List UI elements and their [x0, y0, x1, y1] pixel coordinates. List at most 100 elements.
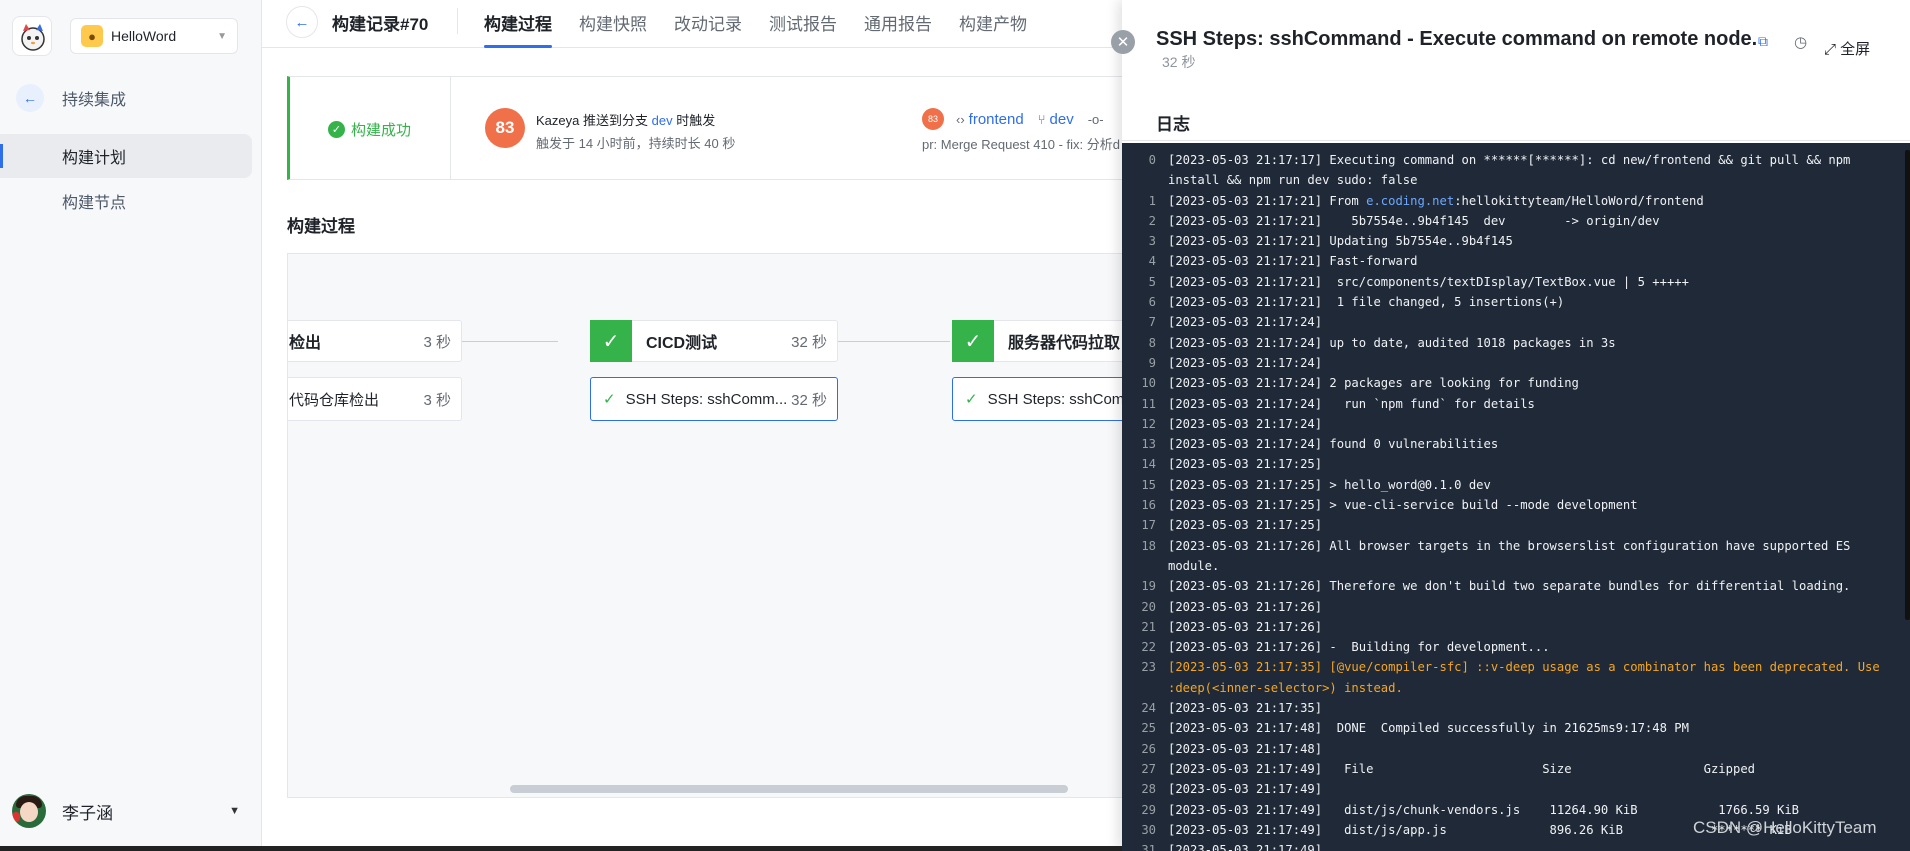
line-number: 13 [1141, 437, 1156, 452]
stage-server-pull[interactable]: ✓ 服务器代码拉取 [952, 320, 1126, 362]
line-text: [2023-05-03 21:17:21] From e.coding.net:… [1168, 191, 1910, 211]
line-text: [2023-05-03 21:17:24] [1168, 312, 1910, 332]
line-text: [2023-05-03 21:17:21] 5b7554e..9b4f145 d… [1168, 211, 1910, 231]
trigger-prefix: Kazeya 推送到分支 [536, 113, 648, 128]
project-selector[interactable]: ● HelloWord ▼ [70, 18, 238, 54]
check-circle-icon: ✓ [328, 121, 345, 138]
line-text: [2023-05-03 21:17:21] Fast-forward [1168, 251, 1910, 271]
line-content: [2023-05-03 21:17:35] [1168, 701, 1323, 716]
line-number: 29 [1141, 802, 1156, 817]
fullscreen-button[interactable]: ⤢ 全屏 [1824, 38, 1870, 59]
tab-general-report[interactable]: 通用报告 [864, 0, 932, 48]
stage-name: 检出 [289, 335, 322, 352]
back-button[interactable]: ← [286, 6, 318, 38]
tab-build-snapshot[interactable]: 构建快照 [579, 0, 647, 48]
line-content: [2023-05-03 21:17:21] src/components/tex… [1168, 274, 1689, 289]
line-text: [2023-05-03 21:17:48] [1168, 739, 1910, 759]
line-number: 23 [1141, 660, 1156, 675]
log-link[interactable]: e.coding.net [1366, 194, 1454, 208]
repo-link[interactable]: frontend [969, 111, 1024, 128]
check-icon: ✓ [952, 320, 994, 362]
branch-link[interactable]: dev [1050, 111, 1074, 128]
tab-test-report[interactable]: 测试报告 [769, 0, 837, 48]
step-ssh-command[interactable]: ✓ SSH Steps: sshComm... 32 秒 [590, 377, 838, 421]
tab-build-process[interactable]: 构建过程 [484, 0, 552, 48]
log-line: 1 [2023-05-03 21:17:21] From e.coding.net… [1122, 191, 1910, 211]
line-content: [2023-05-03 21:17:48] DONE Compiled succ… [1168, 721, 1689, 736]
line-text: [2023-05-03 21:17:49] File Size Gzipped [1168, 759, 1910, 779]
panel-title: SSH Steps: sshCommand - Execute command … [1156, 28, 1758, 50]
section-label: 持续集成 [62, 92, 127, 109]
stage-cicd-test[interactable]: ✓ CICD测试 32 秒 [590, 320, 838, 362]
tab-artifacts[interactable]: 构建产物 [959, 0, 1027, 48]
line-content: [2023-05-03 21:17:26] [1168, 619, 1323, 634]
line-number: 7 [1148, 315, 1156, 330]
stage-duration: 32 秒 [791, 333, 827, 351]
log-line: 18 [2023-05-03 21:17:26] All browser targ… [1122, 536, 1910, 577]
log-line: 29 [2023-05-03 21:17:49] dist/js/chunk-ve… [1122, 800, 1910, 820]
line-number: 22 [1141, 640, 1156, 655]
user-menu[interactable]: 李子涵 ▼ [12, 794, 240, 828]
pipeline-canvas[interactable]: 检出 3 秒 代码仓库检出 3 秒 ✓ CICD测试 32 秒 ✓ SSH St… [287, 253, 1127, 798]
section-header[interactable]: ← 持续集成 [16, 84, 126, 112]
line-content: [2023-05-03 21:17:24] run `npm fund` for… [1168, 396, 1535, 411]
tab-change-log[interactable]: 改动记录 [674, 0, 742, 48]
line-number: 14 [1141, 457, 1156, 472]
line-text: [2023-05-03 21:17:24] up to date, audite… [1168, 333, 1910, 353]
log-line: 27 [2023-05-03 21:17:49] File Size Gzippe… [1122, 759, 1910, 779]
line-text: [2023-05-03 21:17:24] 2 packages are loo… [1168, 373, 1910, 393]
expand-icon: ⤢ [1824, 41, 1841, 58]
caret-down-icon[interactable]: ▼ [229, 805, 240, 817]
line-content: [2023-05-03 21:17:24] [1168, 416, 1323, 431]
line-content: [2023-05-03 21:17:35] [@vue/compiler-sfc… [1168, 660, 1888, 695]
top-bar: ← 构建记录#70 构建过程 构建快照 改动记录 测试报告 通用报告 构建产物 [262, 0, 1122, 48]
lightbulb-icon: ● [81, 25, 103, 47]
mr-badge: 83 [922, 108, 944, 130]
external-link-icon[interactable]: ⧉ [1758, 33, 1768, 50]
log-line: 6 [2023-05-03 21:17:21] 1 file changed, 5… [1122, 292, 1910, 312]
trigger-time: 触发于 14 小时前，持续时长 40 秒 [536, 136, 736, 151]
line-text: [2023-05-03 21:17:25] > hello_word@0.1.0… [1168, 475, 1910, 495]
close-icon[interactable]: ✕ [1111, 30, 1135, 54]
line-content: [2023-05-03 21:17:26] - Building for dev… [1168, 640, 1550, 655]
log-line: 12 [2023-05-03 21:17:24] [1122, 414, 1910, 434]
line-number: 19 [1141, 579, 1156, 594]
line-number: 30 [1141, 822, 1156, 837]
line-number: 20 [1141, 599, 1156, 614]
log-line: 25 [2023-05-03 21:17:48] DONE Compiled su… [1122, 718, 1910, 738]
step-checkout[interactable]: 代码仓库检出 3 秒 [288, 377, 462, 421]
sidebar-item-build-nodes[interactable]: 构建节点 [0, 179, 252, 223]
log-line: 31 [2023-05-03 21:17:49] [1122, 840, 1910, 851]
vertical-scrollbar[interactable] [1905, 150, 1910, 620]
line-number: 27 [1141, 761, 1156, 776]
line-number: 10 [1141, 376, 1156, 391]
line-text: [2023-05-03 21:17:21] 1 file changed, 5 … [1168, 292, 1910, 312]
line-text: [2023-05-03 21:17:26] Therefore we don't… [1168, 576, 1910, 596]
step-label: SSH Steps: sshComm... [625, 390, 788, 408]
stage-duration: 3 秒 [423, 333, 451, 351]
line-number: 18 [1141, 538, 1156, 553]
trigger-info: Kazeya 推送到分支 dev 时触发 [536, 110, 715, 129]
line-number: 16 [1141, 498, 1156, 513]
sidebar-item-build-plan[interactable]: 构建计划 [0, 134, 252, 178]
page-title: 构建记录#70 [332, 15, 429, 34]
app-logo[interactable] [12, 16, 52, 56]
trigger-branch-link[interactable]: dev [652, 113, 673, 128]
clock-icon[interactable]: ◷ [1794, 33, 1807, 51]
line-content: [2023-05-03 21:17:25] [1168, 457, 1323, 472]
watermark: CSDN @HelloKittyTeam [1693, 818, 1877, 837]
stage-checkout[interactable]: 检出 3 秒 [288, 320, 462, 362]
log-line: 9 [2023-05-03 21:17:24] [1122, 353, 1910, 373]
horizontal-scrollbar[interactable] [510, 785, 1068, 793]
line-text: [2023-05-03 21:17:25] > vue-cli-service … [1168, 495, 1910, 515]
arrow-left-icon[interactable]: ← [16, 84, 44, 112]
line-number: 17 [1141, 518, 1156, 533]
stage-connector [838, 341, 950, 342]
line-number: 15 [1141, 477, 1156, 492]
line-content: [2023-05-03 21:17:25] > hello_word@0.1.0… [1168, 477, 1491, 492]
step-ssh-command-2[interactable]: ✓ SSH Steps: sshComm [952, 377, 1127, 421]
line-text: [2023-05-03 21:17:25] [1168, 454, 1910, 474]
log-output[interactable]: 0 [2023-05-03 21:17:17] Executing command… [1122, 143, 1910, 851]
step-label: SSH Steps: sshComm [987, 390, 1127, 408]
log-line: 4 [2023-05-03 21:17:21] Fast-forward [1122, 251, 1910, 271]
